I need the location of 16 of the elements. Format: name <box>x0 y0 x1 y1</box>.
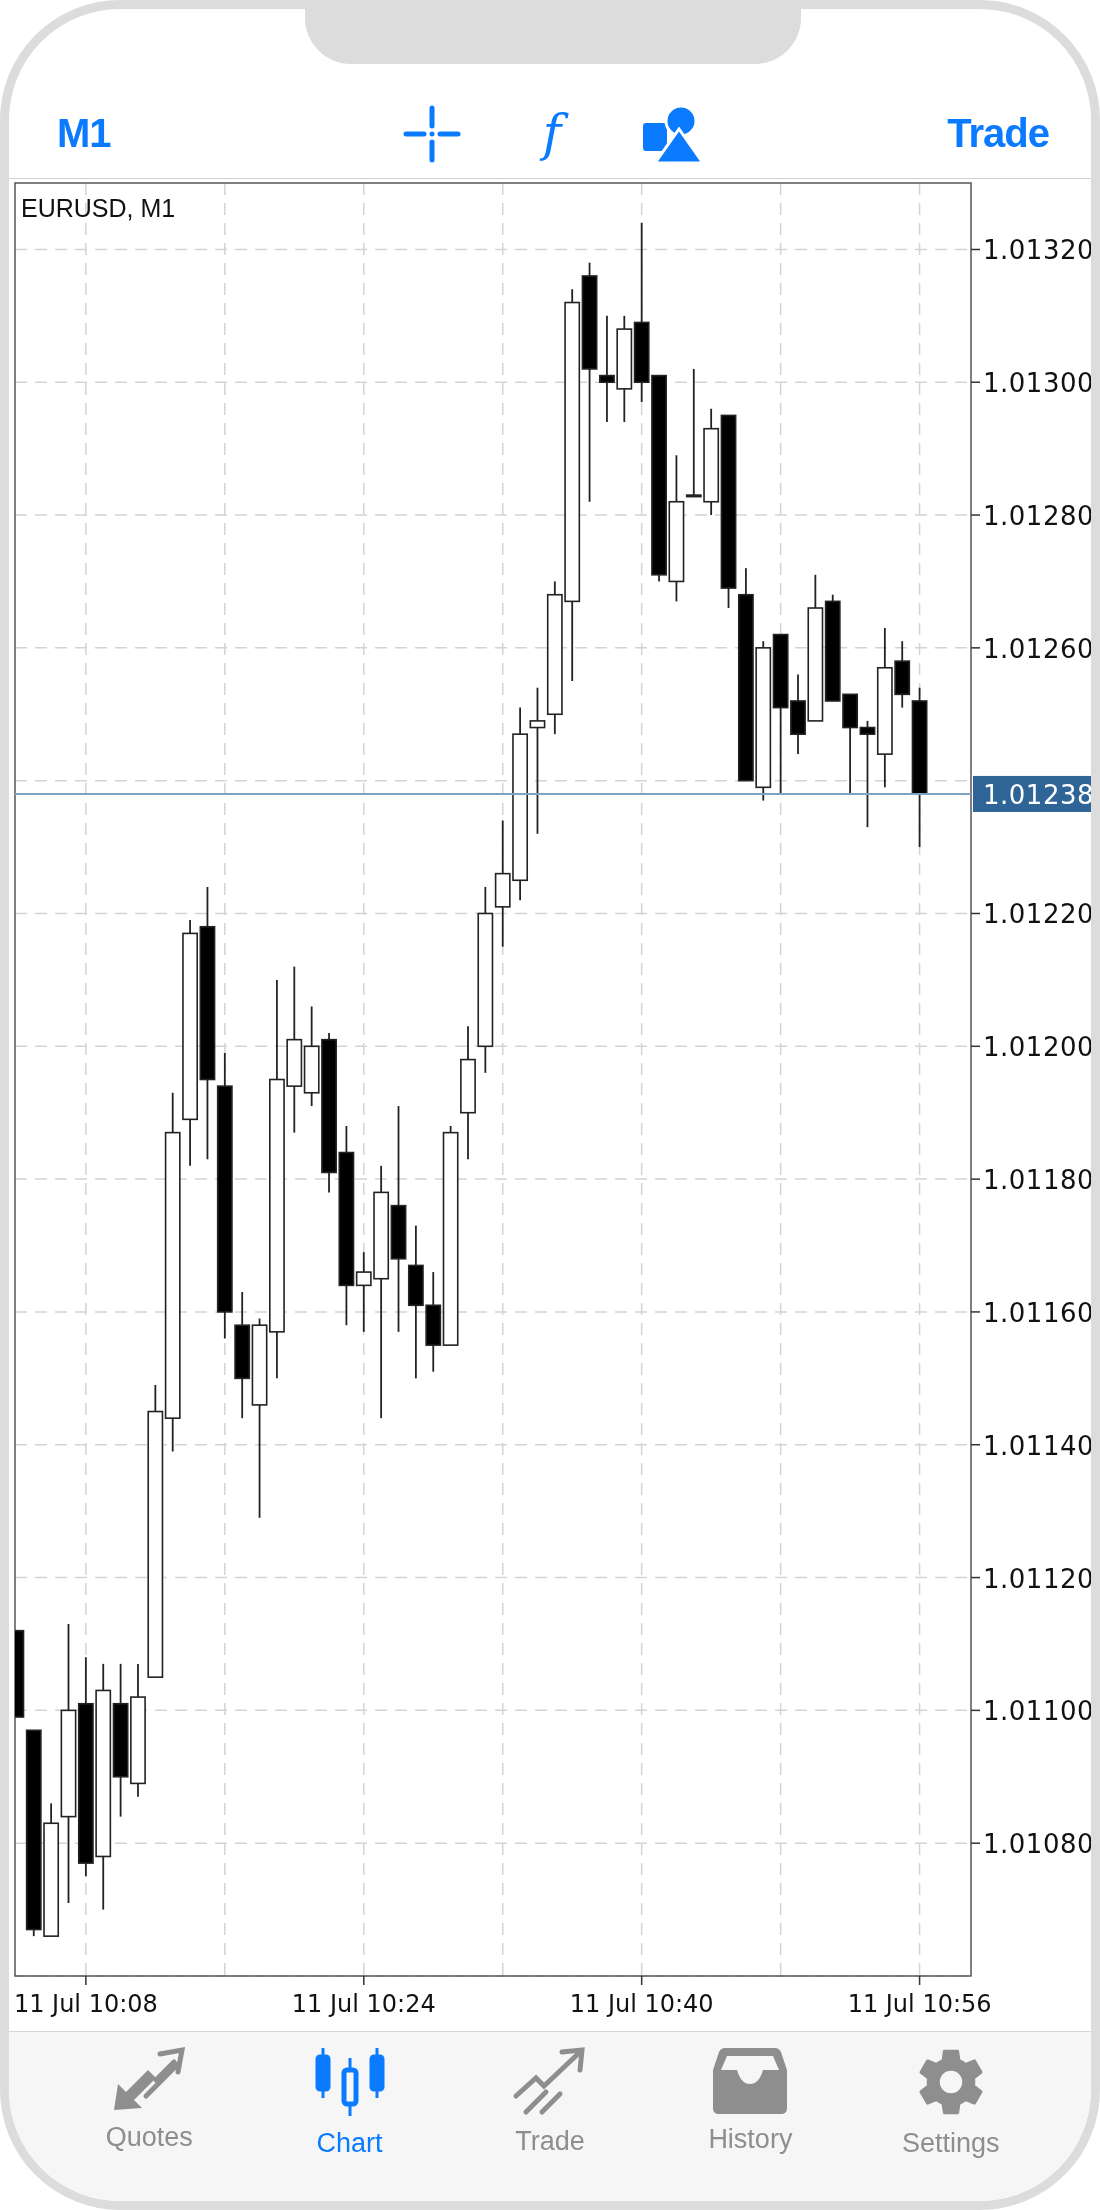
symbol-label: EURUSD, M1 <box>21 194 176 223</box>
timeframe-button[interactable]: M1 <box>57 111 111 157</box>
trade-button[interactable]: Trade <box>947 111 1049 157</box>
tab-bar-item[interactable]: Settings <box>850 2046 1051 2160</box>
function-button[interactable]: f <box>532 102 572 165</box>
time-axis-label: 11 Jul 10:08 <box>13 1990 158 2019</box>
tab-bar-item[interactable]: Trade <box>449 2046 651 2158</box>
tab-bar-item[interactable]: Chart <box>249 2046 450 2160</box>
time-axis-label: 11 Jul 10:56 <box>847 1990 992 2019</box>
tab-bar-item[interactable]: History <box>650 2046 851 2156</box>
time-axis-label: 11 Jul 10:24 <box>291 1990 436 2019</box>
tab-bar-item[interactable]: Quotes <box>49 2046 250 2154</box>
arrows-icon <box>112 2046 187 2113</box>
inbox-icon <box>713 2046 788 2115</box>
time-axis-label: 11 Jul 10:40 <box>569 1990 714 2019</box>
rising-arrow-icon <box>512 2046 588 2117</box>
